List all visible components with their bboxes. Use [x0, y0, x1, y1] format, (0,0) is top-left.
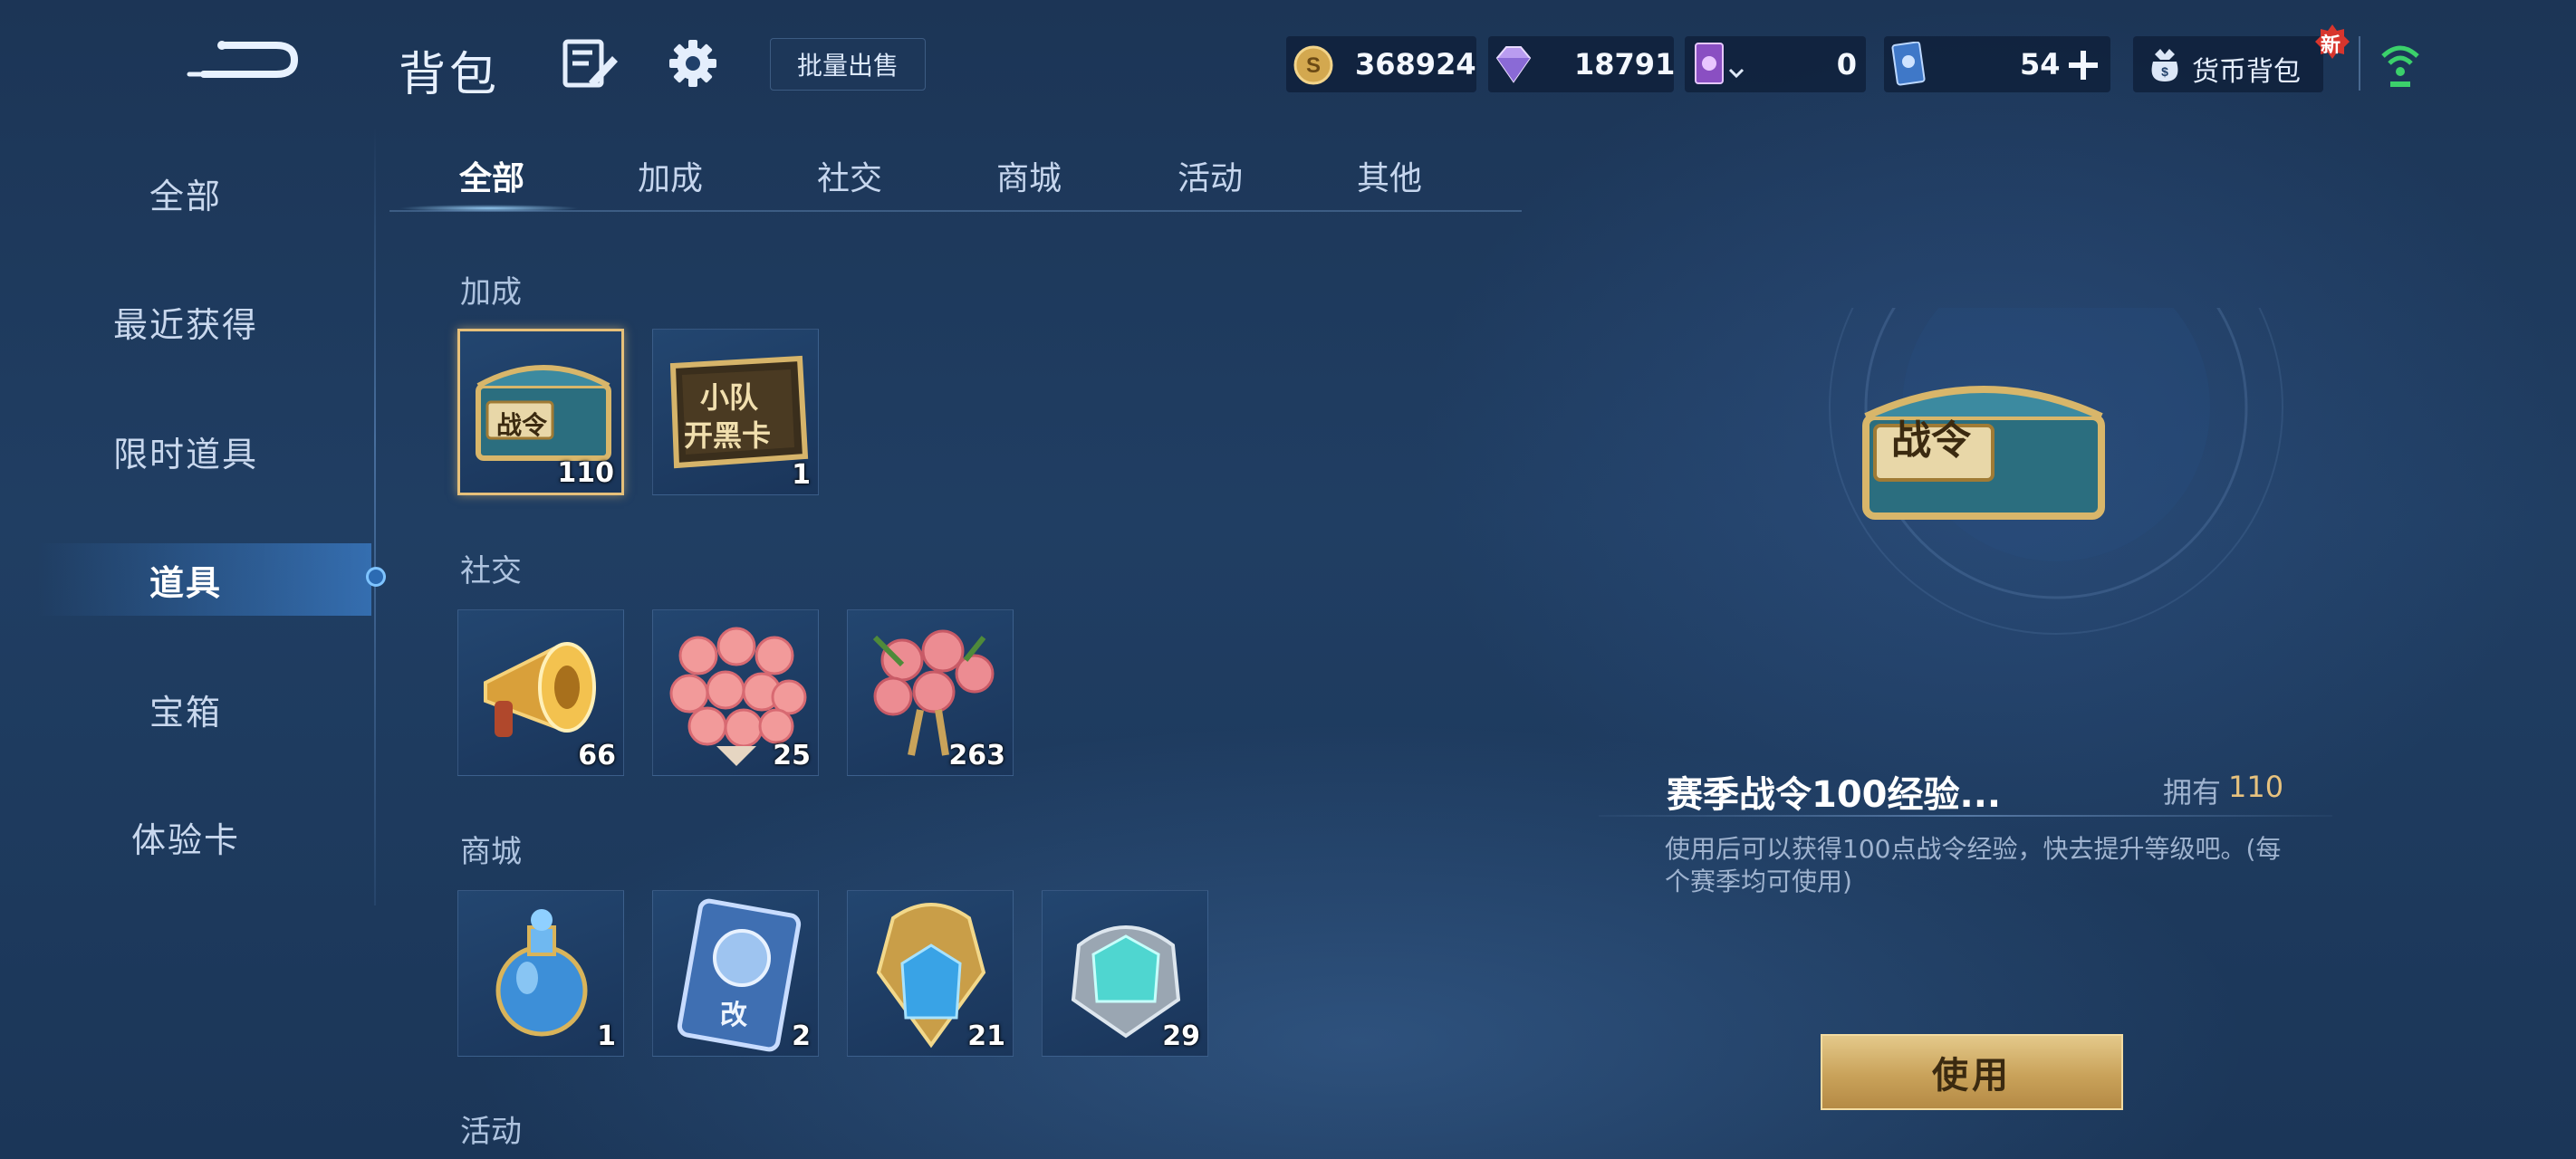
diamond-icon [1495, 46, 1532, 83]
sidebar-divider [374, 127, 376, 905]
purple-card-icon [1695, 43, 1724, 84]
gear-icon [669, 40, 716, 87]
use-button[interactable]: 使用 [1821, 1034, 2123, 1110]
gold-amount: 368924 [1355, 47, 1476, 81]
owned-label: 拥有 [2163, 775, 2222, 809]
money-bag-label: 货币背包 [2192, 56, 2301, 88]
tab-bonus[interactable]: 加成 [638, 152, 703, 199]
tab-all[interactable]: 全部 [459, 152, 524, 199]
batch-sell-button[interactable]: 批量出售 [770, 38, 926, 91]
item-squad-card[interactable]: 小队 开黑卡 1 [652, 329, 819, 495]
diamond-currency: 18791 [1488, 36, 1676, 92]
sidebar-item-recent[interactable]: 最近获得 [0, 285, 371, 358]
blue-card-icon [1891, 42, 1926, 86]
item-count: 263 [948, 740, 1005, 771]
detail-chest-text: 战令 [1891, 417, 1971, 464]
chevron-down-icon [1728, 68, 1745, 79]
battle-pass-chest-large-icon [1862, 386, 2105, 520]
squad-card-text: 小队 [700, 380, 759, 415]
new-badge-text: 新 [2321, 34, 2341, 57]
item-rose-bouquet[interactable]: 25 [652, 609, 819, 776]
item-count: 1 [597, 1020, 616, 1052]
sidebar-item-all[interactable]: 全部 [0, 157, 371, 229]
new-badge: 新 [2314, 24, 2350, 60]
chest-art-text: 战令 [496, 410, 548, 440]
money-bag-button[interactable]: $ 货币背包 [2133, 36, 2323, 92]
card-b-amount: 54 [2020, 47, 2061, 81]
sidebar-item-chest[interactable]: 宝箱 [0, 673, 371, 745]
tab-event[interactable]: 活动 [1177, 152, 1243, 199]
edit-list-icon [562, 39, 618, 88]
card-a-currency[interactable]: 0 [1685, 36, 1866, 92]
tab-shop[interactable]: 商城 [996, 152, 1062, 199]
svg-text:S: S [1306, 53, 1321, 78]
svg-text:$: $ [2161, 64, 2168, 79]
section-title-shop: 商城 [460, 834, 522, 870]
owned-count: 110 [2228, 770, 2284, 804]
sidebar-item-trial-card[interactable]: 体验卡 [0, 800, 371, 873]
item-count: 29 [1162, 1020, 1200, 1052]
card-b-currency: 54 [1884, 36, 2110, 92]
tab-other[interactable]: 其他 [1357, 152, 1422, 199]
item-potion[interactable]: 1 [457, 890, 624, 1057]
item-count: 2 [792, 1020, 811, 1052]
section-title-bonus: 加成 [460, 274, 522, 311]
item-count: 25 [773, 740, 811, 771]
back-arrow-icon [187, 41, 299, 78]
item-detail-description: 使用后可以获得100点战令经验，快去提升等级吧。(每个赛季均可使用) [1665, 834, 2282, 896]
gold-currency: S 368924 [1286, 36, 1476, 92]
gold-coin-icon: S [1293, 45, 1333, 85]
section-title-event: 活动 [460, 1114, 522, 1150]
item-count: 21 [967, 1020, 1005, 1052]
add-icon[interactable] [2067, 49, 2100, 81]
back-button[interactable] [186, 27, 303, 91]
item-blue-crystal[interactable]: 21 [847, 890, 1014, 1057]
item-detail-name: 赛季战令100经验... [1667, 774, 2002, 816]
edit-button[interactable] [562, 38, 620, 89]
item-count: 110 [557, 457, 614, 489]
wifi-icon [2381, 45, 2419, 87]
sidebar-item-limited[interactable]: 限时道具 [0, 415, 371, 487]
item-megaphone[interactable]: 66 [457, 609, 624, 776]
item-rename-card[interactable]: 改 2 [652, 890, 819, 1057]
top-bar: 背包 批量出售 S 368924 18791 0 54 $ 货币背包 新 [0, 0, 2576, 127]
tab-active-underline [399, 205, 580, 212]
settings-button[interactable] [666, 36, 720, 91]
page-title: 背包 [399, 48, 501, 102]
item-cyan-crystal[interactable]: 29 [1042, 890, 1208, 1057]
squad-card-text2: 开黑卡 [684, 418, 772, 453]
item-count: 1 [792, 459, 811, 491]
item-count: 66 [578, 740, 616, 771]
money-bag-icon: $ [2151, 49, 2178, 81]
rename-card-text: 改 [720, 1000, 747, 1031]
sidebar-active-indicator [366, 567, 386, 587]
sidebar-item-props[interactable]: 道具 [0, 543, 371, 616]
item-battle-pass-chest[interactable]: 战令 110 [457, 329, 624, 495]
section-title-social: 社交 [460, 553, 522, 589]
top-divider [2359, 36, 2360, 91]
network-status [2378, 38, 2423, 92]
detail-divider [1599, 815, 2332, 817]
tab-social[interactable]: 社交 [817, 152, 882, 199]
diamond-amount: 18791 [1574, 47, 1676, 81]
item-rose-bundle[interactable]: 263 [847, 609, 1014, 776]
card-a-amount: 0 [1836, 47, 1857, 81]
